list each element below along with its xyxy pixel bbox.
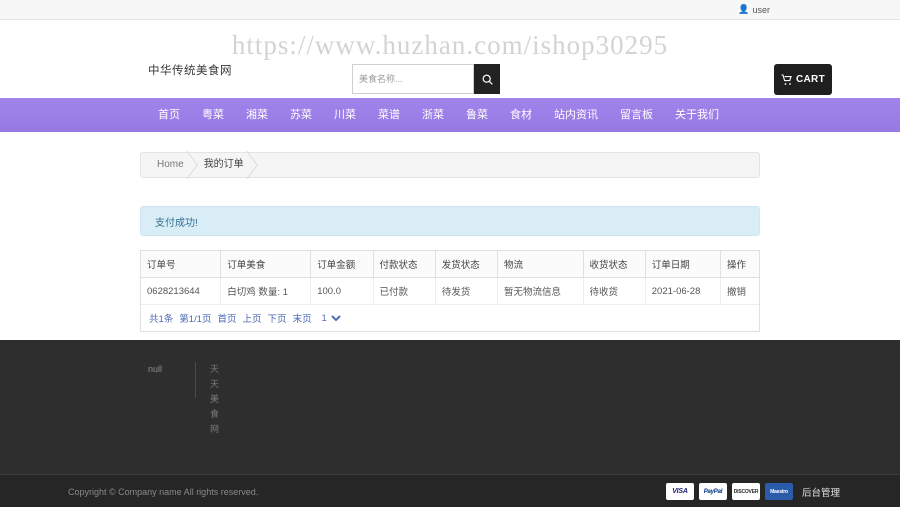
table-header-cell: 操作 [720,251,759,278]
main-content: Home 我的订单 支付成功! 订单号 订单美食 订单金额 付款状态 发货状态 物流 收货状… [0,132,900,364]
footer-divider [195,362,196,398]
cell-pay-status: 已付款 [373,277,436,305]
search-form [352,64,500,94]
footer-bottom-bar: Copyright © Company name All rights rese… [0,474,900,507]
footer-brand-vertical: 天天美食网 [210,364,220,434]
pagination-next[interactable]: 下页 [268,311,287,325]
orders-table-container: 订单号 订单美食 订单金额 付款状态 发货状态 物流 收货状态 订单日期 操作 06282136… [140,250,760,305]
pagination-page-select[interactable]: 1 [317,312,344,324]
nav-item-1[interactable]: 首页 [140,98,191,132]
payment-icon-paypal: PayPal [698,483,727,500]
cell-logistics: 暂无物流信息 [497,277,584,305]
table-header-row: 订单号 订单美食 订单金额 付款状态 发货状态 物流 收货状态 订单日期 操作 [141,251,759,278]
cell-food: 白切鸡 数量: 1 [220,277,312,305]
pagination-bar: 共1条 第1/1页 首页 上页 下页 末页 1 [140,305,760,332]
admin-panel-link[interactable]: 后台管理 [798,485,840,499]
nav-item-11[interactable]: 留言板 [609,98,664,132]
footer-column-null: null [148,364,163,374]
alert-message: 支付成功! [155,217,198,229]
cell-ship-status: 待发货 [435,277,499,305]
site-header: 中华传统美食网 CART [0,20,900,98]
cart-button[interactable]: CART [774,64,832,95]
table-header-cell: 订单日期 [645,251,721,278]
cell-order-date: 2021-06-28 [645,277,721,305]
table-row: 0628213644 白切鸡 数量: 1 100.0 已付款 待发货 暂无物流信息 待收货 2… [141,277,759,305]
payment-icon-maestro: Maestro [764,483,793,500]
table-header-cell: 收货状态 [583,251,646,278]
search-button[interactable] [474,64,500,94]
breadcrumb: Home 我的订单 [140,152,760,178]
pagination-prev[interactable]: 上页 [243,311,262,325]
nav-item-8[interactable]: 鲁菜 [455,98,499,132]
nav-item-7[interactable]: 浙菜 [411,98,455,132]
nav-item-3[interactable]: 湘菜 [235,98,279,132]
table-header-cell: 订单号 [141,251,222,278]
table-header-cell: 订单美食 [220,251,312,278]
nav-item-6[interactable]: 菜谱 [367,98,411,132]
copyright-text: Copyright © Company name All rights rese… [68,486,259,497]
payment-icon-discover: DISCOVER [731,483,760,500]
top-utility-bar: 👤 user [0,0,900,20]
table-header-cell: 付款状态 [373,251,436,278]
nav-item-4[interactable]: 苏菜 [279,98,323,132]
breadcrumb-item-my-orders[interactable]: 我的订单 [196,152,256,178]
payment-success-alert: 支付成功! [140,206,760,236]
cell-receive-status: 待收货 [583,277,646,305]
table-header-cell: 订单金额 [310,251,374,278]
pagination-last[interactable]: 末页 [293,311,312,325]
user-label: user [752,4,770,15]
nav-item-5[interactable]: 川菜 [323,98,367,132]
cell-amount: 100.0 [310,277,374,305]
table-header-cell: 发货状态 [435,251,499,278]
breadcrumb-item-home[interactable]: Home [149,152,196,178]
search-icon [482,74,493,85]
user-icon: 👤 [738,4,750,14]
payment-methods: VISA PayPal DISCOVER Maestro 后台管理 [665,483,840,500]
nav-item-10[interactable]: 站内资讯 [543,98,609,132]
cart-icon [781,73,792,85]
cart-label: CART [796,74,825,85]
table-header-cell: 物流 [497,251,584,278]
site-title: 中华传统美食网 [148,65,232,77]
cell-order-no: 0628213644 [141,277,222,305]
nav-item-12[interactable]: 关于我们 [664,98,730,132]
nav-item-9[interactable]: 食材 [499,98,543,132]
pagination-page-indicator: 第1/1页 [179,314,212,325]
pagination-total: 共1条 [149,314,174,325]
user-account-link[interactable]: 👤 user [738,5,770,15]
site-footer: null 天天美食网 [0,340,900,474]
search-input[interactable] [352,64,474,94]
nav-item-2[interactable]: 粤菜 [191,98,235,132]
main-navigation: 首页 粤菜 湘菜 苏菜 川菜 菜谱 浙菜 鲁菜 食材 站内资讯 留言板 关于我们 [0,98,900,132]
payment-icon-visa: VISA [665,483,694,500]
pagination-first[interactable]: 首页 [218,311,237,325]
orders-table: 订单号 订单美食 订单金额 付款状态 发货状态 物流 收货状态 订单日期 操作 06282136… [141,251,759,305]
order-cancel-button[interactable]: 撤销 [720,277,759,305]
